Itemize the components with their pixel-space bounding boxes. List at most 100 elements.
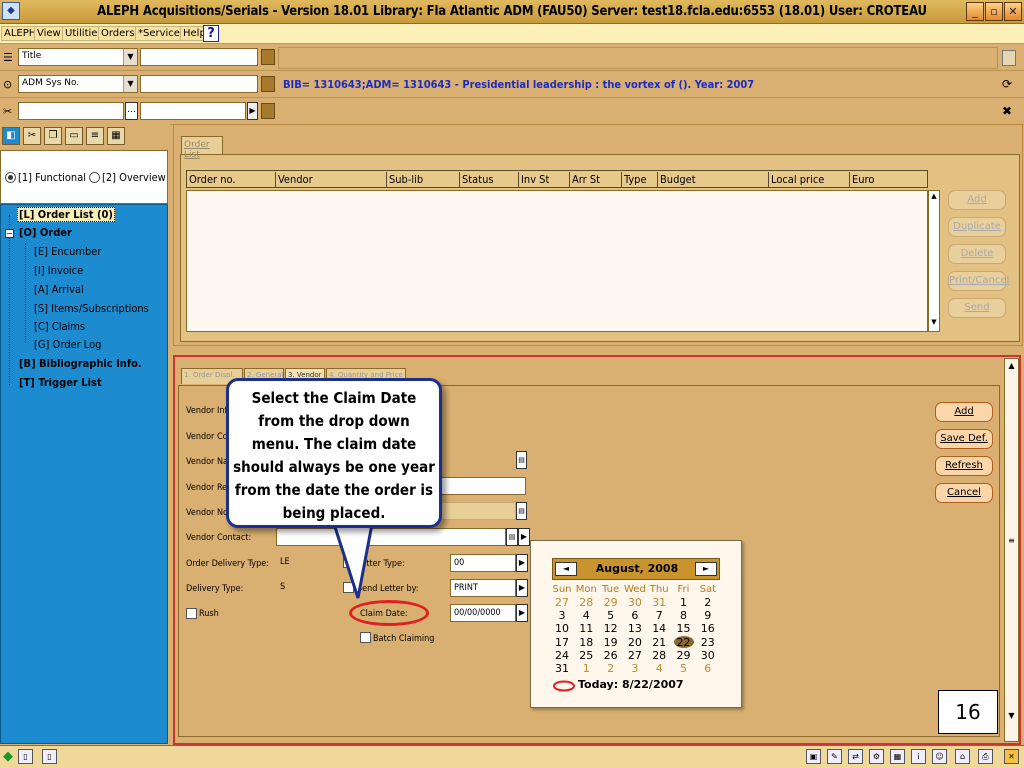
close-button[interactable]: ✕ <box>1004 2 1022 21</box>
send-letter-field[interactable]: PRINT <box>450 579 516 597</box>
printer-icon[interactable]: ⎙ <box>978 749 993 764</box>
link-icon[interactable]: ⇄ <box>848 749 863 764</box>
calendar-day[interactable]: 13 <box>623 622 647 635</box>
calendar-day[interactable]: 5 <box>672 662 696 675</box>
tree-item-bib-info[interactable]: [B] Bibliographic Info. <box>19 357 142 370</box>
extra-input-2[interactable] <box>140 102 246 120</box>
calendar-day[interactable]: 15 <box>672 622 696 635</box>
collapse-icon[interactable]: − <box>5 229 14 238</box>
tree-item-trigger-list[interactable]: [T] Trigger List <box>19 376 102 389</box>
grid-icon[interactable]: ▦ <box>107 127 125 145</box>
col-vendor[interactable]: Vendor <box>275 172 313 188</box>
claim-date-field[interactable]: 00/00/0000 <box>450 604 516 622</box>
tree-item-claims[interactable]: [C] Claims <box>34 320 85 333</box>
order-list-table[interactable] <box>186 190 928 332</box>
adm-type-select[interactable]: ADM Sys No. ▼ <box>18 75 138 93</box>
person-icon[interactable]: ☺ <box>932 749 947 764</box>
letter-type-field[interactable]: 00 <box>450 554 516 572</box>
home-icon[interactable]: ⌂ <box>955 749 970 764</box>
disk-icon-2[interactable]: ▯ <box>42 749 57 764</box>
calendar-day[interactable]: 9 <box>696 609 720 622</box>
tree-item-arrival[interactable]: [A] Arrival <box>34 283 84 296</box>
calendar-day[interactable]: 4 <box>574 609 598 622</box>
delivery-type-value[interactable]: S <box>280 582 285 592</box>
calendar-day[interactable]: 8 <box>672 609 696 622</box>
tree-item-order-log[interactable]: [G] Order Log <box>34 338 101 351</box>
calendar-day[interactable]: 30 <box>696 649 720 662</box>
disk-icon[interactable]: ▯ <box>18 749 33 764</box>
calendar-day[interactable]: 28 <box>574 596 598 609</box>
order-delivery-type-value[interactable]: LE <box>280 557 290 567</box>
info-icon[interactable]: i <box>911 749 926 764</box>
calendar-day[interactable]: 2 <box>696 596 720 609</box>
claim-date-dropdown-button[interactable]: ▶ <box>516 604 528 622</box>
help-icon[interactable]: ? <box>203 25 219 42</box>
scroll-handle-icon[interactable] <box>1002 50 1016 66</box>
calendar-day[interactable]: 27 <box>623 649 647 662</box>
maximize-button[interactable]: ▫ <box>985 2 1003 21</box>
calendar-day[interactable]: 24 <box>550 649 574 662</box>
menu-view[interactable]: View <box>34 26 64 41</box>
calendar-day[interactable]: 23 <box>696 636 720 649</box>
extra-go-button[interactable] <box>261 103 275 119</box>
calendar-day[interactable]: 6 <box>696 662 720 675</box>
next-month-button[interactable]: ► <box>695 562 717 576</box>
calendar-day[interactable]: 5 <box>599 609 623 622</box>
add-order-button[interactable]: Add <box>948 190 1006 210</box>
calendar-day[interactable]: 22 <box>672 636 696 649</box>
duplicate-button[interactable]: Duplicate <box>948 217 1006 237</box>
batch-claiming-checkbox[interactable] <box>360 632 371 643</box>
cancel-button[interactable]: Cancel <box>935 483 993 503</box>
calendar-day[interactable]: 28 <box>647 649 671 662</box>
tree-item-order-list[interactable]: [L] Order List (0) <box>17 207 115 222</box>
vendor-contact-field[interactable] <box>276 528 506 546</box>
vendor-name-browse[interactable]: ▤ <box>516 451 527 469</box>
calendar-day[interactable]: 3 <box>550 609 574 622</box>
radio-overview[interactable]: [2] Overview <box>89 171 166 184</box>
tree-item-encumber[interactable]: [E] Encumber <box>34 245 101 258</box>
calendar-day[interactable]: 25 <box>574 649 598 662</box>
calendar-day[interactable]: 29 <box>672 649 696 662</box>
save-default-button[interactable]: Save Def. <box>935 429 993 449</box>
calendar-day[interactable]: 10 <box>550 622 574 635</box>
exit-icon[interactable]: ✕ <box>1004 749 1019 764</box>
refresh-button[interactable]: Refresh <box>935 456 993 476</box>
network-icon[interactable]: ▣ <box>806 749 821 764</box>
calendar-day[interactable]: 6 <box>623 609 647 622</box>
minimize-button[interactable]: _ <box>966 2 984 21</box>
vendor-contact-arrow[interactable]: ▶ <box>518 528 530 546</box>
calendar-day[interactable]: 4 <box>647 662 671 675</box>
calendar-day[interactable]: 7 <box>647 609 671 622</box>
vendor-contact-browse[interactable]: ▤ <box>506 528 518 546</box>
menu-orders[interactable]: Orders <box>98 26 138 41</box>
clear-icon[interactable]: ✖ <box>1002 104 1012 118</box>
col-order-no[interactable]: Order no. <box>187 172 236 188</box>
calendar-day[interactable]: 2 <box>599 662 623 675</box>
tab-order-list[interactable]: Order List <box>181 136 223 160</box>
calendar-day[interactable]: 14 <box>647 622 671 635</box>
today-button[interactable]: Today: 8/22/2007 <box>578 678 684 691</box>
radio-functional[interactable]: [1] Functional <box>5 171 86 184</box>
refresh-icon[interactable]: ⟳ <box>1002 77 1012 91</box>
calendar-day[interactable]: 1 <box>672 596 696 609</box>
calendar-day[interactable]: 16 <box>696 622 720 635</box>
delete-button[interactable]: Delete <box>948 244 1006 264</box>
search-type-select[interactable]: Title ▼ <box>18 48 138 66</box>
adm-go-button[interactable] <box>261 76 275 92</box>
nav-icon[interactable]: ◧ <box>2 127 20 145</box>
calendar-day[interactable]: 18 <box>574 636 598 649</box>
detail-scrollbar[interactable]: ▲ ≡ ▼ <box>1004 358 1019 742</box>
col-type[interactable]: Type <box>621 172 647 188</box>
go-arrow-button[interactable]: ▶ <box>247 102 258 120</box>
col-inv-st[interactable]: Inv St <box>518 172 549 188</box>
settings-icon[interactable]: ⚙ <box>869 749 884 764</box>
send-letter-arrow[interactable]: ▶ <box>516 579 528 597</box>
copy-icon[interactable]: ❐ <box>44 127 62 145</box>
order-list-scrollbar[interactable]: ▲ ▼ <box>928 190 940 332</box>
calendar-day[interactable]: 17 <box>550 636 574 649</box>
calendar-day[interactable]: 26 <box>599 649 623 662</box>
col-local-price[interactable]: Local price <box>768 172 824 188</box>
calendar-day[interactable]: 19 <box>599 636 623 649</box>
calendar-day[interactable]: 12 <box>599 622 623 635</box>
send-button[interactable]: Send <box>948 298 1006 318</box>
